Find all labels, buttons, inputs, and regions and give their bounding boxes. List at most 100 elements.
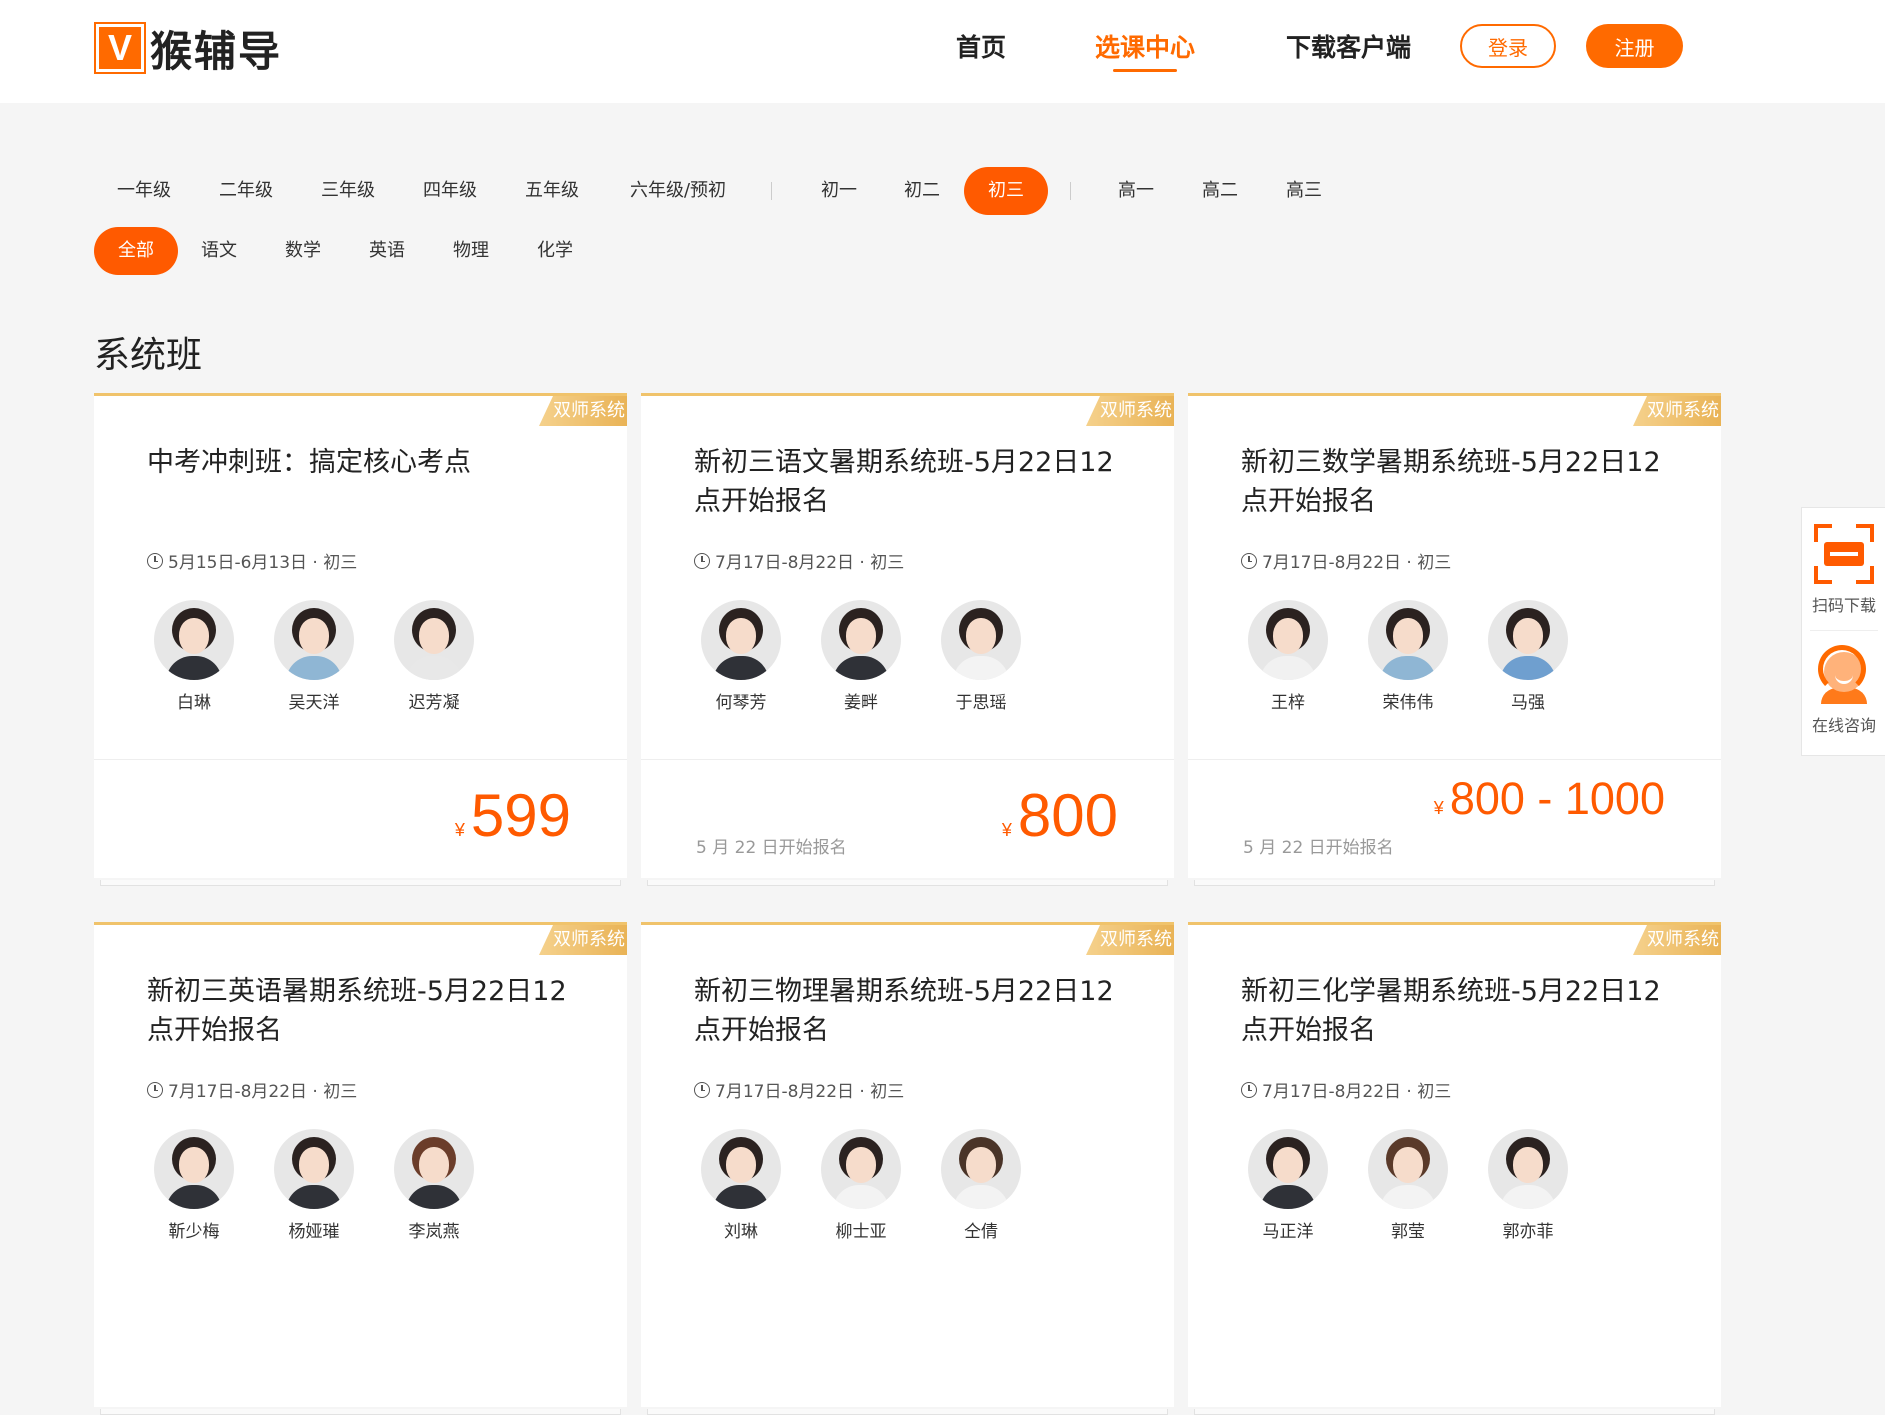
teacher-name: 迟芳凝 — [408, 693, 460, 713]
logo[interactable]: V 猴辅导 — [94, 22, 282, 76]
course-tag: 双师系统 — [1633, 925, 1721, 955]
right-float-bar: 扫码下载 在线咨询 — [1801, 507, 1885, 756]
course-schedule: 5月15日-6月13日 · 初三 — [147, 548, 357, 573]
course-card[interactable]: 双师系统 新初三物理暑期系统班-5月22日12点开始报名 7月17日-8月22日… — [641, 922, 1174, 1415]
course-title[interactable]: 新初三英语暑期系统班-5月22日12点开始报名 — [147, 972, 587, 1050]
teacher[interactable]: 柳士亚 — [801, 1129, 921, 1242]
clock-icon — [694, 1081, 710, 1098]
course-title[interactable]: 新初三物理暑期系统班-5月22日12点开始报名 — [694, 972, 1134, 1050]
course-card[interactable]: 双师系统 中考冲刺班：搞定核心考点 5月15日-6月13日 · 初三 白琳 吴天… — [94, 393, 627, 886]
course-title[interactable]: 新初三语文暑期系统班-5月22日12点开始报名 — [694, 443, 1134, 521]
teacher[interactable]: 马强 — [1468, 600, 1588, 713]
teacher[interactable]: 姜畔 — [801, 600, 921, 713]
course-card[interactable]: 双师系统 新初三化学暑期系统班-5月22日12点开始报名 7月17日-8月22日… — [1188, 922, 1721, 1415]
teacher-list: 马正洋 郭莹 郭亦菲 — [1228, 1129, 1588, 1242]
grade-filter-senior-1[interactable]: 高一 — [1102, 167, 1170, 215]
course-card[interactable]: 双师系统 新初三数学暑期系统班-5月22日12点开始报名 7月17日-8月22日… — [1188, 393, 1721, 886]
card-footer: ¥599 — [94, 759, 627, 878]
teacher-name: 杨娅璀 — [288, 1222, 340, 1242]
teacher-avatar — [941, 1129, 1021, 1209]
teacher[interactable]: 刘琳 — [681, 1129, 801, 1242]
course-schedule: 7月17日-8月22日 · 初三 — [1241, 548, 1451, 573]
scan-qr-icon — [1814, 524, 1874, 584]
teacher[interactable]: 杨娅璀 — [254, 1129, 374, 1242]
login-button[interactable]: 登录 — [1460, 24, 1556, 68]
teacher-name: 李岚燕 — [408, 1222, 460, 1242]
teacher-avatar — [821, 1129, 901, 1209]
grade-filter-senior-3[interactable]: 高三 — [1270, 167, 1338, 215]
course-card[interactable]: 双师系统 新初三英语暑期系统班-5月22日12点开始报名 7月17日-8月22日… — [94, 922, 627, 1415]
teacher-avatar — [701, 1129, 781, 1209]
card-footer: 5 月 22 日开始报名 ¥800 - 1000 — [1188, 759, 1721, 878]
grade-filter-1[interactable]: 一年级 — [100, 167, 188, 215]
teacher[interactable]: 吴天洋 — [254, 600, 374, 713]
grade-filter-3[interactable]: 三年级 — [304, 167, 392, 215]
course-title[interactable]: 新初三化学暑期系统班-5月22日12点开始报名 — [1241, 972, 1681, 1050]
teacher-avatar — [1368, 1129, 1448, 1209]
course-schedule-text: 7月17日-8月22日 · 初三 — [715, 1082, 905, 1102]
teacher-list: 靳少梅 杨娅璀 李岚燕 — [134, 1129, 494, 1242]
grade-filter-2[interactable]: 二年级 — [202, 167, 290, 215]
grade-filter-junior-2[interactable]: 初二 — [888, 167, 956, 215]
float-divider — [1810, 630, 1878, 631]
teacher[interactable]: 仝倩 — [921, 1129, 1041, 1242]
section-title: 系统班 — [94, 335, 203, 376]
course-title[interactable]: 中考冲刺班：搞定核心考点 — [147, 443, 587, 482]
card-footer: 5 月 22 日开始报名 ¥800 — [641, 759, 1174, 878]
teacher[interactable]: 马正洋 — [1228, 1129, 1348, 1242]
teacher-avatar — [154, 600, 234, 680]
clock-icon — [1241, 1081, 1257, 1098]
teacher[interactable]: 荣伟伟 — [1348, 600, 1468, 713]
nav-home[interactable]: 首页 — [956, 28, 1006, 68]
grade-filter-junior-3[interactable]: 初三 — [964, 167, 1048, 215]
teacher-avatar — [1488, 600, 1568, 680]
teacher[interactable]: 王梓 — [1228, 600, 1348, 713]
nav-download-client[interactable]: 下载客户端 — [1286, 28, 1411, 68]
subject-filter-math[interactable]: 数学 — [269, 227, 337, 275]
grade-filter-junior-1[interactable]: 初一 — [805, 167, 873, 215]
course-schedule-text: 7月17日-8月22日 · 初三 — [1262, 553, 1452, 573]
teacher[interactable]: 李岚燕 — [374, 1129, 494, 1242]
course-schedule-text: 7月17日-8月22日 · 初三 — [715, 553, 905, 573]
course-title[interactable]: 新初三数学暑期系统班-5月22日12点开始报名 — [1241, 443, 1681, 521]
subject-filter-all[interactable]: 全部 — [94, 227, 178, 275]
teacher-name: 姜畔 — [844, 693, 878, 713]
scan-download-button[interactable]: 扫码下载 — [1802, 508, 1885, 616]
nav-course-center[interactable]: 选课中心 — [1095, 28, 1195, 72]
subject-filter-english[interactable]: 英语 — [353, 227, 421, 275]
register-button[interactable]: 注册 — [1586, 24, 1683, 68]
clock-icon — [1241, 552, 1257, 569]
teacher-avatar — [154, 1129, 234, 1209]
teacher[interactable]: 郭莹 — [1348, 1129, 1468, 1242]
online-consult-button[interactable]: 在线咨询 — [1802, 632, 1885, 736]
course-card[interactable]: 双师系统 新初三语文暑期系统班-5月22日12点开始报名 7月17日-8月22日… — [641, 393, 1174, 886]
subject-filter-physics[interactable]: 物理 — [437, 227, 505, 275]
subject-filter-chinese[interactable]: 语文 — [185, 227, 253, 275]
course-price: ¥800 — [1002, 786, 1118, 860]
teacher-avatar — [1368, 600, 1448, 680]
clock-icon — [694, 552, 710, 569]
teacher-name: 仝倩 — [964, 1222, 998, 1242]
teacher[interactable]: 郭亦菲 — [1468, 1129, 1588, 1242]
teacher[interactable]: 靳少梅 — [134, 1129, 254, 1242]
teacher[interactable]: 于思瑶 — [921, 600, 1041, 713]
teacher-avatar — [1248, 600, 1328, 680]
teacher[interactable]: 白琳 — [134, 600, 254, 713]
currency-symbol: ¥ — [1433, 798, 1444, 818]
course-tag: 双师系统 — [1086, 396, 1174, 426]
course-schedule-text: 7月17日-8月22日 · 初三 — [168, 1082, 358, 1102]
teacher-avatar — [1248, 1129, 1328, 1209]
course-schedule: 7月17日-8月22日 · 初三 — [694, 1077, 904, 1102]
grade-filter-4[interactable]: 四年级 — [406, 167, 494, 215]
currency-symbol: ¥ — [454, 820, 465, 840]
teacher-name: 刘琳 — [724, 1222, 758, 1242]
teacher[interactable]: 迟芳凝 — [374, 600, 494, 713]
grade-divider — [1070, 182, 1071, 200]
teacher-avatar — [394, 1129, 474, 1209]
grade-filter-6[interactable]: 六年级/预初 — [620, 167, 736, 215]
grade-filter-senior-2[interactable]: 高二 — [1186, 167, 1254, 215]
teacher[interactable]: 何琴芳 — [681, 600, 801, 713]
subject-filter-chemistry[interactable]: 化学 — [521, 227, 589, 275]
grade-filter-5[interactable]: 五年级 — [508, 167, 596, 215]
teacher-name: 郭亦菲 — [1502, 1222, 1554, 1242]
